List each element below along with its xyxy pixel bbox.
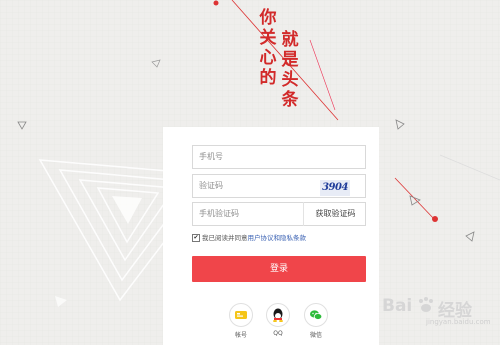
login-account-button[interactable]: 帐号 <box>229 303 253 339</box>
slogan-char: 就 <box>281 30 299 50</box>
agree-text: 我已阅读并同意 <box>202 234 248 242</box>
get-sms-code-button[interactable]: 获取验证码 <box>303 202 367 226</box>
slogan-char: 你 <box>259 8 277 28</box>
baidu-jingyan-watermark: Bai 经验 jingyan.baidu.com <box>382 290 500 330</box>
qq-icon <box>266 303 290 327</box>
account-icon <box>229 303 253 327</box>
agreement-row: ✔ 我已阅读并同意用户协议和隐私条款 <box>192 232 306 242</box>
slogan-char: 头 <box>281 70 299 90</box>
slogan-char: 条 <box>281 90 299 110</box>
slogan-char: 关 <box>259 28 277 48</box>
login-qq-button[interactable]: QQ <box>266 303 290 337</box>
social-label: 帐号 <box>234 332 247 339</box>
social-label: QQ <box>273 330 283 337</box>
watermark-url: jingyan.baidu.com <box>426 318 491 326</box>
slogan-char: 的 <box>259 68 277 88</box>
phone-field[interactable] <box>192 145 366 169</box>
slogan-left-column: 你 关 心 的 <box>258 8 278 88</box>
paw-icon <box>416 295 436 319</box>
login-wechat-button[interactable]: 微信 <box>304 303 328 339</box>
watermark-brand: Bai <box>382 296 413 316</box>
slogan-right-column: 就 是 头 条 <box>280 30 300 110</box>
phone-input[interactable] <box>199 152 309 161</box>
social-label: 微信 <box>309 332 322 339</box>
captcha-image[interactable]: 3904 <box>320 180 350 196</box>
wechat-icon <box>304 303 328 327</box>
slogan-char: 心 <box>259 48 277 68</box>
sms-code-input[interactable] <box>199 209 309 218</box>
captcha-input[interactable] <box>199 181 309 190</box>
slogan-char: 是 <box>281 50 299 70</box>
agree-checkbox[interactable]: ✔ <box>192 234 200 242</box>
terms-link[interactable]: 用户协议和隐私条款 <box>248 234 307 242</box>
login-button[interactable]: 登录 <box>192 256 366 282</box>
